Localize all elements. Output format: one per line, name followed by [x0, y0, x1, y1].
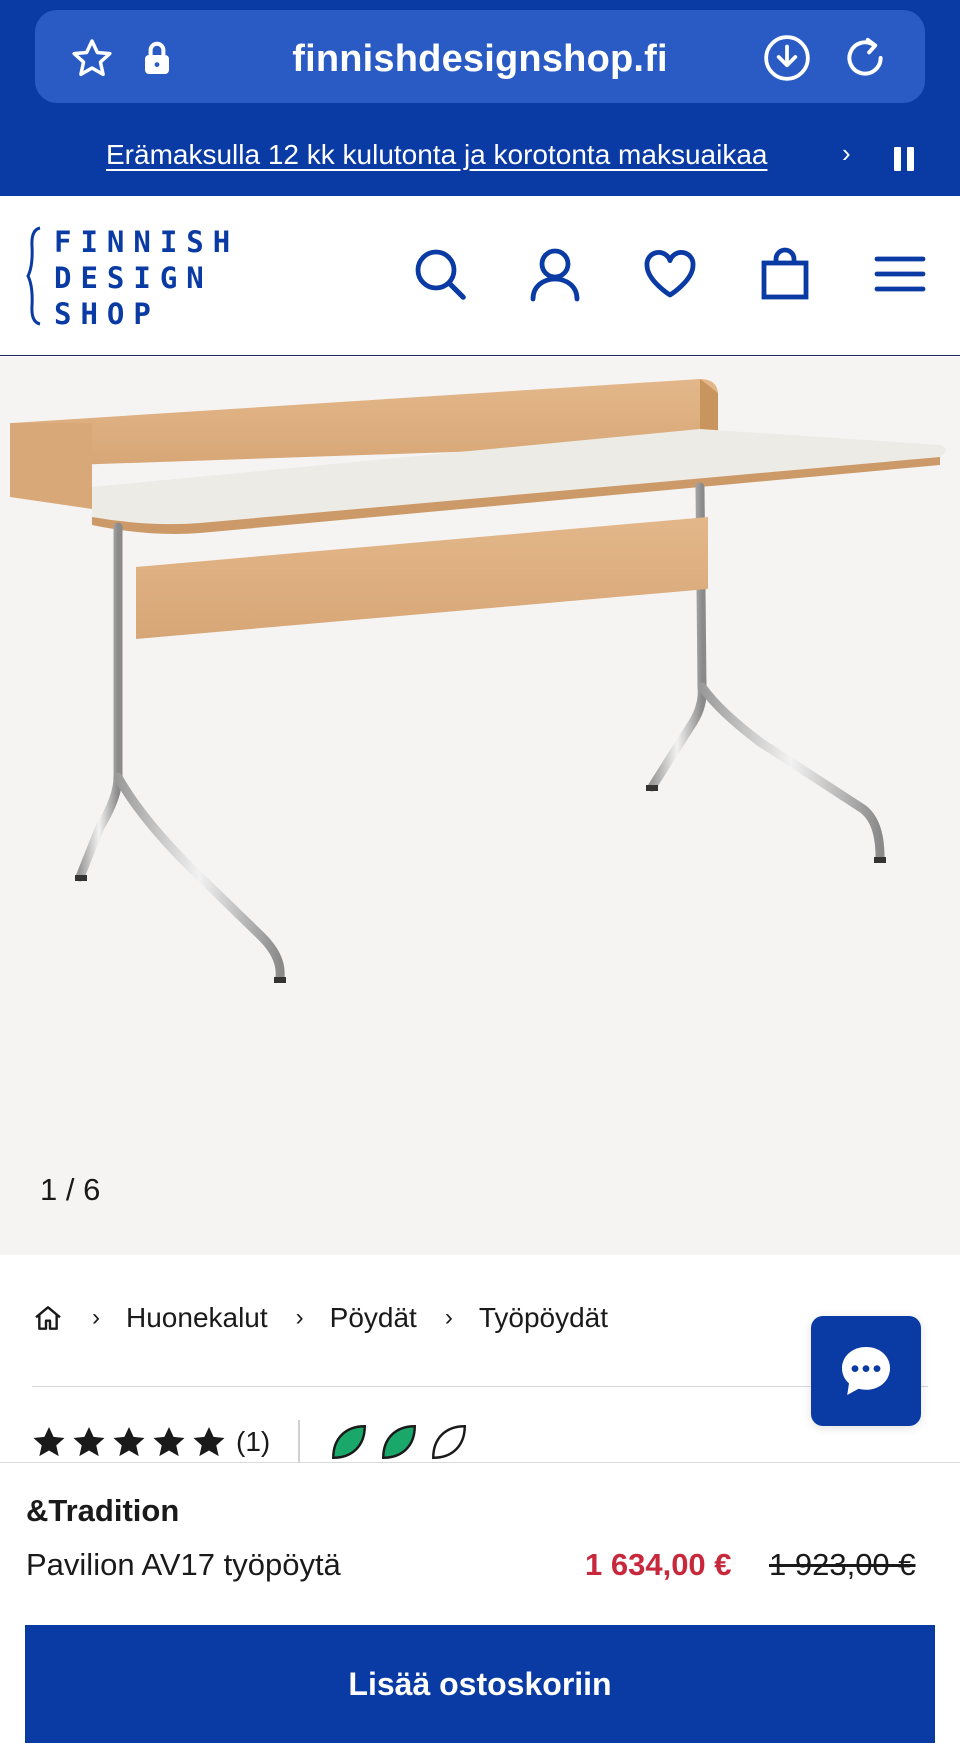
original-price: 1 923,00 € [769, 1547, 916, 1582]
browser-toolbar: finnishdesignshop.fi [0, 0, 960, 120]
wishlist-heart-icon[interactable] [642, 246, 698, 302]
product-brand[interactable]: &Tradition [26, 1493, 179, 1529]
account-icon[interactable] [527, 246, 583, 302]
logo-brace-icon [26, 226, 41, 326]
home-icon[interactable] [32, 1302, 64, 1334]
sale-price: 1 634,00 € [585, 1547, 732, 1582]
menu-icon[interactable] [872, 246, 928, 302]
leaf-outline-icon [432, 1425, 467, 1459]
promo-link[interactable]: Erämaksulla 12 kk kulutonta ja korotonta… [106, 139, 767, 171]
pause-icon[interactable] [894, 147, 916, 171]
chevron-right-icon: › [295, 1304, 304, 1331]
product-image [10, 379, 946, 983]
review-count[interactable]: (1) [236, 1426, 270, 1458]
eco-rating[interactable] [328, 1421, 478, 1463]
breadcrumb-item[interactable]: Työpöydät [479, 1302, 608, 1334]
breadcrumb-item[interactable]: Huonekalut [126, 1302, 268, 1334]
breadcrumb-item[interactable]: Pöydät [330, 1302, 417, 1334]
download-icon[interactable] [762, 33, 812, 83]
shopping-bag-icon[interactable] [757, 246, 813, 302]
chevron-right-icon: › [92, 1304, 100, 1331]
chevron-right-icon: › [444, 1304, 453, 1331]
chat-button[interactable] [811, 1316, 921, 1426]
leaf-icon [382, 1425, 417, 1459]
logo-line: SHOP [54, 297, 160, 331]
sticky-purchase-bar: &Tradition Pavilion AV17 työpöytä 1 634,… [0, 1462, 960, 1760]
logo-line: FINNISH [54, 225, 240, 259]
leaf-icon [332, 1425, 367, 1459]
product-name: Pavilion AV17 työpöytä [26, 1547, 341, 1582]
address-bar[interactable]: finnishdesignshop.fi [35, 10, 925, 103]
divider [32, 1386, 928, 1387]
logo-line: DESIGN [54, 261, 213, 295]
product-image-gallery[interactable]: 1 / 6 [0, 357, 960, 1255]
rating-row[interactable]: (1) [30, 1420, 478, 1464]
gallery-counter: 1 / 6 [40, 1172, 101, 1207]
star-icon [193, 1426, 225, 1457]
chevron-right-icon[interactable]: › [842, 138, 851, 169]
star-icon [113, 1426, 145, 1457]
star-rating [30, 1423, 230, 1461]
site-logo[interactable]: FINNISH DESIGN SHOP [26, 224, 230, 334]
star-icon [33, 1426, 65, 1457]
logo-text: FINNISH DESIGN SHOP [54, 224, 239, 332]
breadcrumb: › Huonekalut › Pöydät › Työpöydät [32, 1296, 636, 1340]
add-to-cart-button[interactable]: Lisää ostoskoriin [25, 1625, 935, 1743]
promo-banner: Erämaksulla 12 kk kulutonta ja korotonta… [0, 120, 960, 196]
star-icon [73, 1426, 105, 1457]
reload-icon[interactable] [840, 33, 890, 83]
divider [298, 1420, 301, 1464]
chat-bubble-icon [842, 1347, 890, 1395]
search-icon[interactable] [412, 246, 468, 302]
site-header: FINNISH DESIGN SHOP [0, 196, 960, 356]
star-icon [153, 1426, 185, 1457]
